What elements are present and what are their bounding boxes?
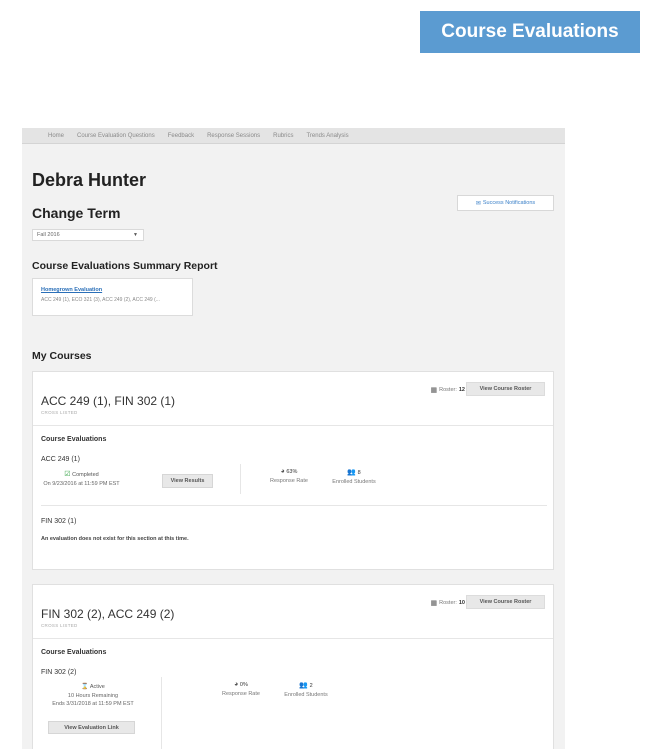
course-evaluations-banner: Course Evaluations (420, 11, 640, 53)
divider (240, 464, 241, 494)
summary-courses-list: ACC 249 (1), ECO 321 (3), ACC 249 (2), A… (41, 297, 160, 303)
pie-chart-icon: ◕ (234, 681, 239, 688)
enrolled-label: Enrolled Students (284, 692, 328, 698)
course-card: FIN 302 (2), ACC 249 (2) CROSS LISTED ▦ … (32, 584, 554, 749)
cross-listed-label: CROSS LISTED (41, 410, 78, 415)
course-title: FIN 302 (2), ACC 249 (2) (41, 607, 175, 621)
view-results-button[interactable]: View Results (162, 474, 213, 488)
status-date: Ends 3/31/2018 at 11:59 PM EST (52, 701, 134, 707)
success-notifications-button[interactable]: ✉ Success Notifications (457, 195, 554, 211)
status-label: Active (89, 684, 105, 690)
nav-trends-analysis[interactable]: Trends Analysis (306, 133, 348, 139)
homegrown-evaluation-link[interactable]: Homegrown Evaluation (41, 287, 184, 293)
roster-label: Roster: (439, 600, 457, 606)
divider (41, 505, 547, 506)
page: Course Evaluations Home Course Evaluatio… (0, 0, 659, 749)
view-evaluation-link-button[interactable]: View Evaluation Link (48, 721, 135, 734)
response-rate-value: 0% (239, 682, 248, 688)
nav-course-evaluation-questions[interactable]: Course Evaluation Questions (77, 133, 155, 139)
status-date: On 9/23/2016 at 11:59 PM EST (43, 481, 120, 487)
summary-report-card: Homegrown Evaluation ACC 249 (1), ECO 32… (32, 278, 193, 316)
pie-chart-icon: ◕ (280, 468, 285, 475)
user-name: Debra Hunter (32, 170, 147, 190)
time-remaining: 10 Hours Remaining (67, 693, 119, 699)
calendar-icon: ▦ (430, 600, 438, 607)
success-notifications-label: Success Notifications (482, 200, 536, 206)
section-name: FIN 302 (1) (41, 518, 77, 525)
response-rate: ◕ 0% Response Rate (213, 681, 269, 697)
evaluation-status: ⌛ Active 10 Hours Remaining Ends 3/31/20… (43, 683, 143, 707)
view-course-roster-button[interactable]: View Course Roster (466, 382, 545, 396)
summary-report-heading: Course Evaluations Summary Report (32, 260, 218, 272)
enrolled-students: 👥 2 Enrolled Students (273, 681, 339, 698)
status-label: Completed (72, 472, 99, 478)
course-header: FIN 302 (2), ACC 249 (2) CROSS LISTED ▦ … (33, 585, 553, 639)
enrolled-value: 2 (309, 683, 313, 689)
enrolled-label: Enrolled Students (332, 479, 376, 485)
course-title: ACC 249 (1), FIN 302 (1) (41, 394, 176, 408)
term-select[interactable]: Fall 2016 ▼ (32, 229, 144, 241)
enrolled-value: 8 (357, 470, 361, 476)
roster-number: 10 (458, 600, 465, 606)
response-rate: ◕ 63% Response Rate (261, 468, 317, 484)
app-window: Home Course Evaluation Questions Feedbac… (22, 128, 565, 749)
view-course-roster-button[interactable]: View Course Roster (466, 595, 545, 609)
users-icon: 👥 (347, 469, 357, 476)
response-rate-label: Response Rate (222, 691, 260, 697)
nav-response-sessions[interactable]: Response Sessions (207, 133, 260, 139)
divider (161, 677, 162, 749)
top-nav: Home Course Evaluation Questions Feedbac… (22, 128, 565, 144)
roster-number: 12 (458, 387, 465, 393)
users-icon: 👥 (299, 682, 309, 689)
roster-count: ▦ Roster: 12 (431, 386, 465, 394)
response-rate-value: 63% (286, 469, 298, 475)
course-card: ACC 249 (1), FIN 302 (1) CROSS LISTED ▦ … (32, 371, 554, 570)
no-evaluation-message: An evaluation does not exist for this se… (41, 536, 189, 542)
enrolled-students: 👥 8 Enrolled Students (321, 468, 387, 485)
checkmark-icon: ☑ (64, 471, 71, 478)
term-select-value: Fall 2016 (37, 232, 60, 238)
cross-listed-label: CROSS LISTED (41, 623, 78, 628)
calendar-icon: ▦ (430, 387, 438, 394)
course-header: ACC 249 (1), FIN 302 (1) CROSS LISTED ▦ … (33, 372, 553, 426)
change-term-heading: Change Term (32, 205, 121, 221)
nav-rubrics[interactable]: Rubrics (273, 133, 293, 139)
banner-title: Course Evaluations (441, 21, 619, 42)
bell-icon: ✉ (475, 200, 481, 207)
roster-count: ▦ Roster: 10 (431, 599, 465, 607)
course-evaluations-heading: Course Evaluations (41, 436, 107, 443)
course-evaluations-heading: Course Evaluations (41, 649, 107, 656)
evaluation-status: ☑ Completed On 9/23/2016 at 11:59 PM EST (39, 470, 124, 487)
response-rate-label: Response Rate (270, 478, 308, 484)
section-name: FIN 302 (2) (41, 669, 77, 676)
nav-feedback[interactable]: Feedback (168, 133, 194, 139)
caret-down-icon: ▼ (133, 232, 138, 238)
hourglass-icon: ⌛ (81, 684, 89, 690)
my-courses-heading: My Courses (32, 350, 92, 362)
roster-label: Roster: (439, 387, 457, 393)
section-name: ACC 249 (1) (41, 456, 80, 463)
nav-home[interactable]: Home (48, 133, 64, 139)
